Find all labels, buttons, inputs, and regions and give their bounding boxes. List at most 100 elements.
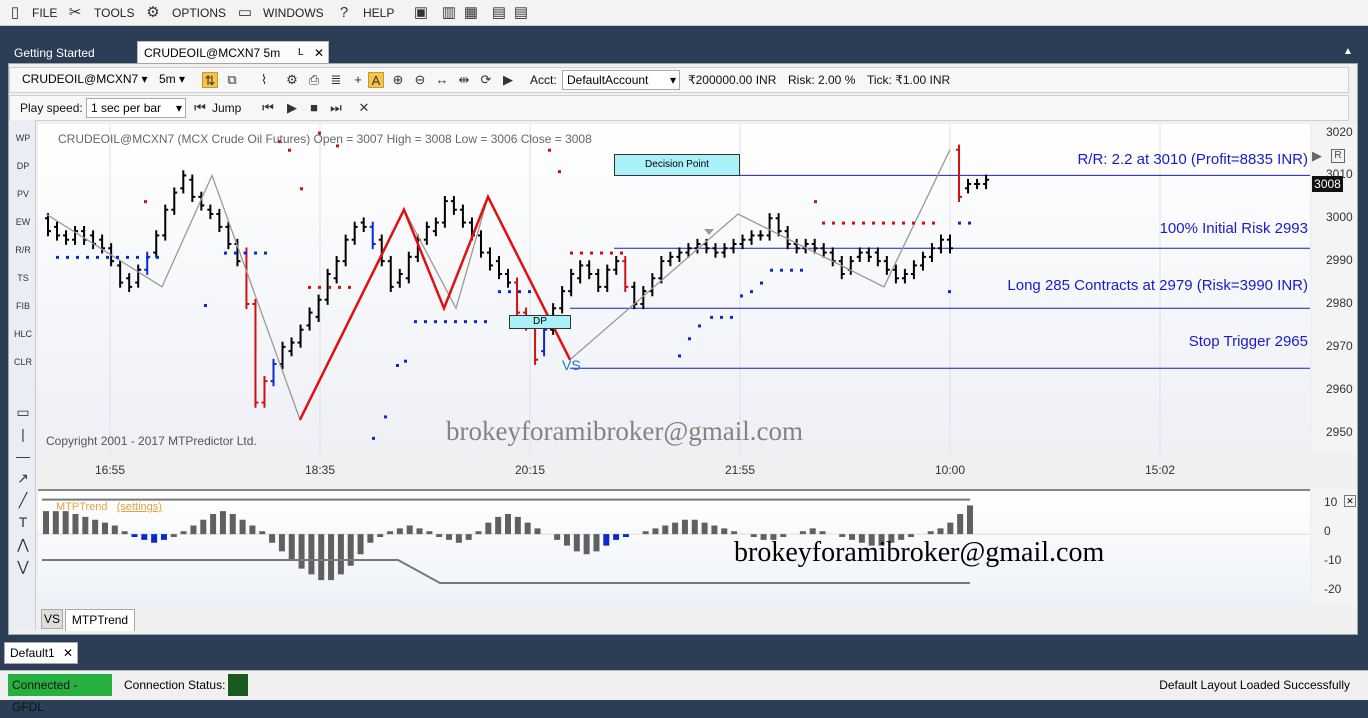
indicator-bar [308,534,315,575]
indicator-bar [721,528,728,535]
stop-dot [444,320,447,324]
price-tick: 2990 [1326,253,1353,268]
stop-dot [790,268,793,272]
menu-options[interactable]: OPTIONS [172,0,226,26]
close-icon[interactable]: ✕ [314,42,324,64]
annotation-icon[interactable]: A [368,72,384,88]
tool-clr[interactable]: CLR [12,356,34,380]
copyright-text: Copyright 2001 - 2017 MTPredictor Ltd. [46,434,257,448]
stop-dot [86,255,89,259]
price-axis[interactable]: 3020 3010 3000 2990 2980 2970 2960 2950 3008 ▶ … [1312,124,1357,454]
crosshair-icon[interactable]: + [350,72,366,88]
indicator-panel[interactable]: MTPTrend (settings) brokeyforamibroker@g… [38,489,1310,606]
window-icon[interactable]: ▭ [236,4,254,22]
indicator-bar [239,519,246,535]
close-icon[interactable]: ✕ [63,643,73,663]
interval-select[interactable]: 5m ▾ [155,70,191,90]
menu-help[interactable]: HELP [363,0,394,26]
play-icon[interactable]: ▶ [284,100,300,116]
scroll-right-icon[interactable]: ▶ [1312,148,1322,164]
save-icon[interactable]: ▤ [490,4,508,22]
settings-icon[interactable]: ⚙ [284,72,300,88]
tool-fib[interactable]: FIB [12,300,34,324]
indicator-tick: -10 [1324,552,1342,567]
tool-wp[interactable]: WP [12,132,34,156]
symbol-select[interactable]: CRUDEOIL@MCXN7 ▾ [18,70,148,90]
indicator-bar [259,531,266,535]
tool-hlc[interactable]: HLC [12,328,34,352]
reset-icon[interactable]: R [1331,149,1345,163]
list-icon[interactable]: ≣ [328,72,344,88]
candle-icon[interactable]: ⧉ [224,72,240,88]
pin-icon[interactable]: L [298,42,304,64]
menu-tools[interactable]: TOOLS [94,0,134,26]
price-tick: 3000 [1326,210,1353,225]
compress-icon[interactable]: ⇹ [456,72,472,88]
close-replay-icon[interactable]: ✕ [356,100,372,116]
bar-chart-icon[interactable]: ▥ [440,4,458,22]
indicator-settings-link[interactable]: (settings) [117,501,162,513]
stop-dot [338,285,341,289]
print-icon[interactable]: ⎙ [306,72,322,88]
play-icon[interactable]: ▶ [500,72,516,88]
indicator-bar [485,522,492,535]
indicator-close-icon[interactable]: ✕ [1344,495,1356,507]
tool-r-r[interactable]: R/R [12,244,34,268]
zoom-out-icon[interactable]: ⊖ [412,72,428,88]
tab-getting-started[interactable]: Getting Started [8,42,136,64]
stop-dot [66,255,69,259]
indicator-bar [357,534,364,555]
indicator-bar [62,511,69,535]
stop-dot [760,281,763,285]
help-icon[interactable]: ? [335,4,353,22]
zoom-in-icon[interactable]: ⊕ [390,72,406,88]
dp-box[interactable]: DP [509,315,571,329]
file-icon[interactable]: ▯ [6,4,24,22]
play-speed-select[interactable]: 1 sec per bar ▾ [86,98,186,118]
stop-dot [372,436,375,440]
decision-point-box[interactable]: Decision Point [614,154,740,176]
indicator-bar [170,534,177,537]
indicator-bar [43,511,49,535]
menu-windows[interactable]: WINDOWS [263,0,324,26]
tab-crudeoil[interactable]: CRUDEOIL@MCXN7 5m L ✕ [137,41,329,63]
stop-icon[interactable]: ■ [306,100,322,116]
refresh-icon[interactable]: ⟳ [478,72,494,88]
risk-value: Risk: 2.00 % [788,73,856,87]
tab-dropdown-icon[interactable]: ▲ [1343,46,1357,60]
gear-icon[interactable]: ⚙ [144,4,162,22]
tool-dp[interactable]: DP [12,160,34,184]
indicator-bar [416,528,423,535]
tab-vs[interactable]: VS [41,609,63,629]
tool-pv[interactable]: PV [12,188,34,212]
indicator-axis: ✕ 10 0 -10 -20 [1312,489,1357,606]
save-all-icon[interactable]: ▤ [512,4,530,22]
tool-ew[interactable]: EW [12,216,34,240]
price-chart[interactable]: CRUDEOIL@MCXN7 (MCX Crude Oil Futures) O… [38,124,1310,454]
indicator-bar [603,534,610,546]
line-chart-icon[interactable]: ⌇ [256,72,272,88]
jump-button[interactable]: Jump [212,98,241,118]
indicator-bar [190,525,197,535]
indicator-bar [475,531,482,535]
screen-icon[interactable]: ▣ [412,4,430,22]
tab-mtptrend[interactable]: MTPTrend [65,609,135,631]
menu-file[interactable]: FILE [32,0,57,26]
expand-icon[interactable]: ↔ [434,72,450,88]
tab-default1[interactable]: Default1 ✕ [4,642,78,664]
skip-forward-icon[interactable]: ⏭ [328,100,344,116]
stop-dot [318,285,321,289]
stop-dot [842,221,845,225]
jump-icon[interactable]: ⏮ [192,100,208,116]
zigzag-icon[interactable]: ⋁ [12,559,34,584]
stop-dot [328,285,331,289]
stop-dot [698,324,701,328]
skip-back-icon[interactable]: ⏮ [260,100,276,116]
time-tick: 18:35 [305,463,336,477]
time-axis: 16:55 18:35 20:15 21:55 10:00 15:02 [38,456,1312,484]
grid-icon[interactable]: ▦ [462,4,480,22]
tools-icon[interactable]: ✂ [66,4,84,22]
account-select[interactable]: DefaultAccount ▾ [562,70,680,90]
bar-type-icon[interactable]: ⇅ [202,72,218,88]
tool-ts[interactable]: TS [12,272,34,296]
